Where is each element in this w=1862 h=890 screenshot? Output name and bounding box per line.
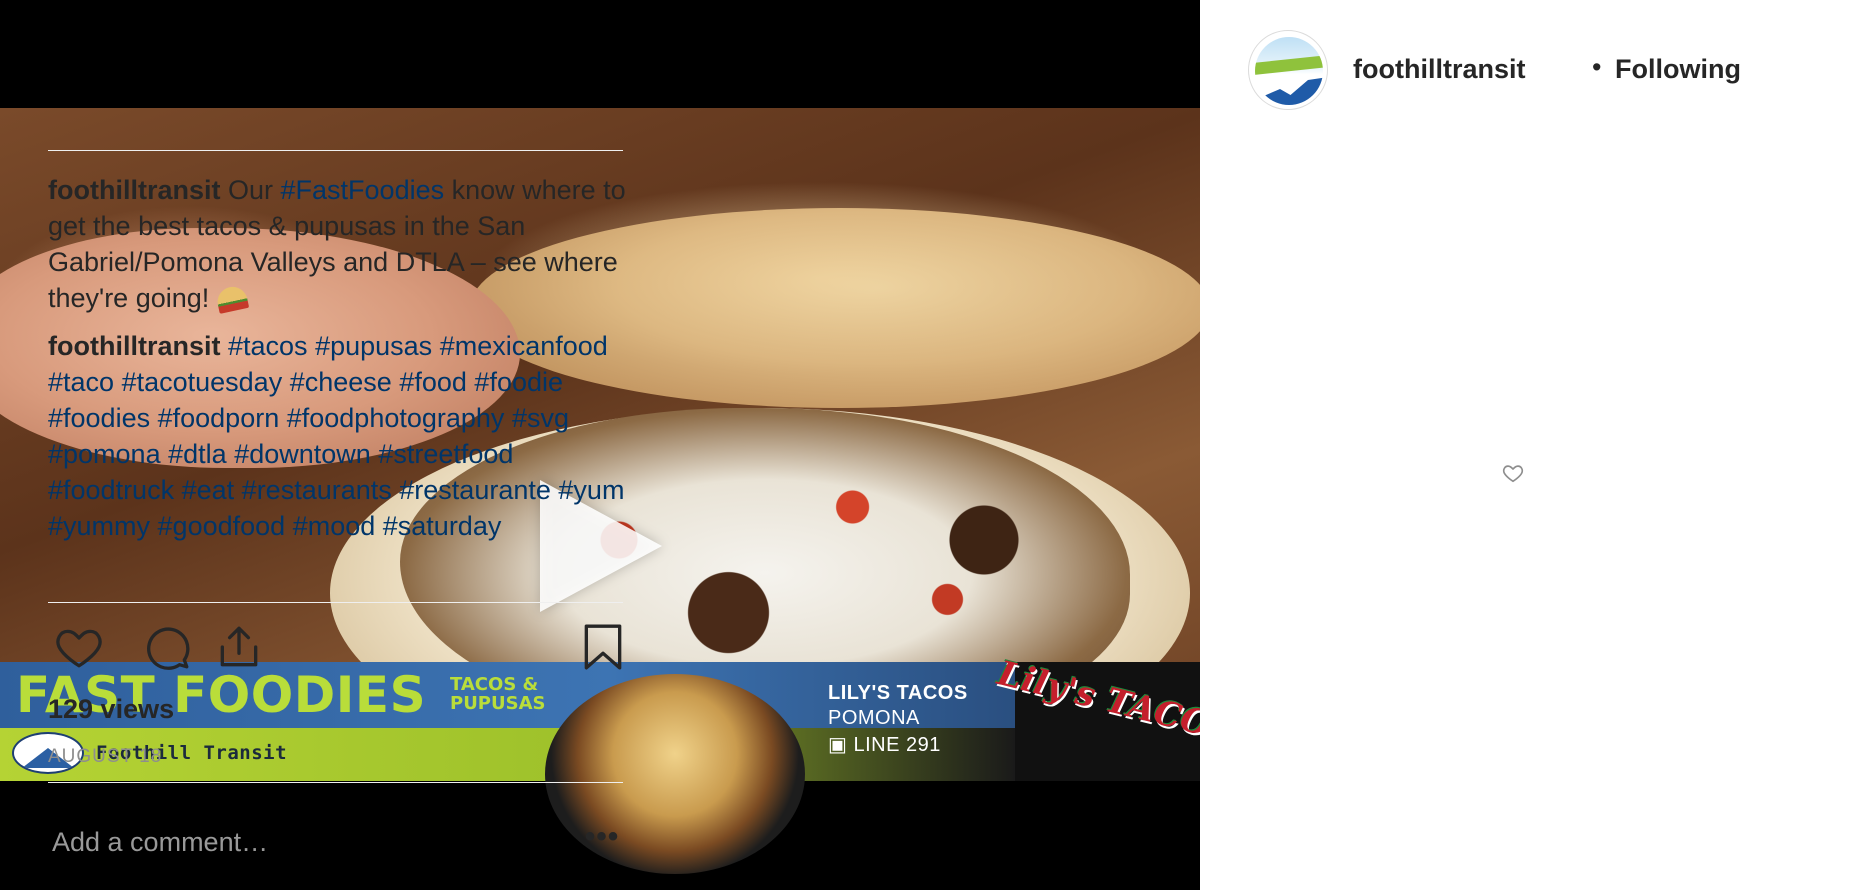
bookmark-icon[interactable]	[580, 622, 626, 672]
caption-username-link[interactable]: foothilltransit	[48, 175, 220, 205]
comment-bubble-icon[interactable]	[142, 622, 192, 672]
hashtag-link[interactable]: #eat	[182, 475, 235, 505]
caption: foothilltransit Our #FastFoodies know wh…	[48, 172, 628, 316]
comment-username-link[interactable]: foothilltransit	[48, 331, 220, 361]
hashtag-link[interactable]: #yummy	[48, 511, 150, 541]
hashtag-link[interactable]: #mood	[293, 511, 376, 541]
hashtag-link[interactable]: #taco	[48, 367, 114, 397]
post-sidebar: foothilltransit • Following	[1200, 0, 1862, 890]
restaurant-name: LILY'S TACOS	[828, 682, 968, 704]
hashtag-link[interactable]: #mexicanfood	[440, 331, 608, 361]
comment: foothilltransit #tacos #pupusas #mexican…	[48, 328, 628, 544]
hashtag-link[interactable]: #svg	[512, 403, 569, 433]
hashtag-link[interactable]: #restaurante	[399, 475, 551, 505]
hashtag-link[interactable]: #pupusas	[315, 331, 432, 361]
caption-area: foothilltransit Our #FastFoodies know wh…	[48, 172, 628, 600]
hashtag-link[interactable]: #goodfood	[158, 511, 286, 541]
comment-input[interactable]	[52, 822, 552, 862]
post-date[interactable]: AUGUST 18	[48, 746, 162, 768]
taco-emoji-icon	[214, 284, 249, 314]
post-header: foothilltransit • Following	[1248, 30, 1828, 110]
avatar[interactable]	[1248, 30, 1328, 110]
caption-text-1: Our	[228, 175, 281, 205]
hashtag-link[interactable]: #tacos	[228, 331, 308, 361]
header-username-link[interactable]: foothilltransit	[1353, 54, 1525, 85]
hashtag-link[interactable]: #saturday	[383, 511, 502, 541]
caption-divider	[48, 602, 623, 603]
hashtag-link[interactable]: #yum	[558, 475, 624, 505]
caption-hashtag-link[interactable]: #FastFoodies	[281, 175, 445, 205]
hashtag-link[interactable]: #foodie	[474, 367, 563, 397]
heart-icon[interactable]	[54, 622, 104, 672]
hashtag-link[interactable]: #cheese	[290, 367, 392, 397]
header-separator: •	[1592, 52, 1602, 82]
hashtag-link[interactable]: #foodies	[48, 403, 150, 433]
more-dots-icon[interactable]: •••	[582, 822, 622, 862]
video-banner: FAST FOODIES TACOS & PUPUSAS Foothill Tr…	[0, 653, 1200, 874]
comment-like-heart-icon[interactable]	[1502, 462, 1524, 484]
comment-divider	[48, 782, 623, 783]
action-bar	[48, 622, 623, 678]
hashtag-link[interactable]: #foodtruck	[48, 475, 174, 505]
restaurant-city: POMONA	[828, 707, 920, 729]
bus-icon: ▣	[828, 734, 848, 756]
hashtag-link[interactable]: #tacotuesday	[122, 367, 283, 397]
hashtag-link[interactable]: #restaurants	[242, 475, 392, 505]
hashtag-link[interactable]: #food	[399, 367, 467, 397]
hashtag-link[interactable]: #dtla	[168, 439, 227, 469]
hashtag-link[interactable]: #pomona	[48, 439, 161, 469]
hashtag-link[interactable]: #foodporn	[158, 403, 280, 433]
hashtag-link[interactable]: #foodphotography	[287, 403, 505, 433]
banner-subtitle: TACOS & PUPUSAS	[450, 674, 546, 714]
hashtag-link[interactable]: #downtown	[234, 439, 371, 469]
avatar-logo-icon	[1255, 37, 1323, 105]
header-divider	[48, 150, 623, 151]
view-count[interactable]: 129 views	[48, 694, 174, 725]
following-button[interactable]: Following	[1615, 54, 1741, 85]
restaurant-line-label: LINE 291	[853, 734, 941, 756]
restaurant-bus-line: ▣ LINE 291	[828, 732, 941, 757]
hashtag-link[interactable]: #streetfood	[378, 439, 513, 469]
share-icon[interactable]	[214, 622, 264, 672]
